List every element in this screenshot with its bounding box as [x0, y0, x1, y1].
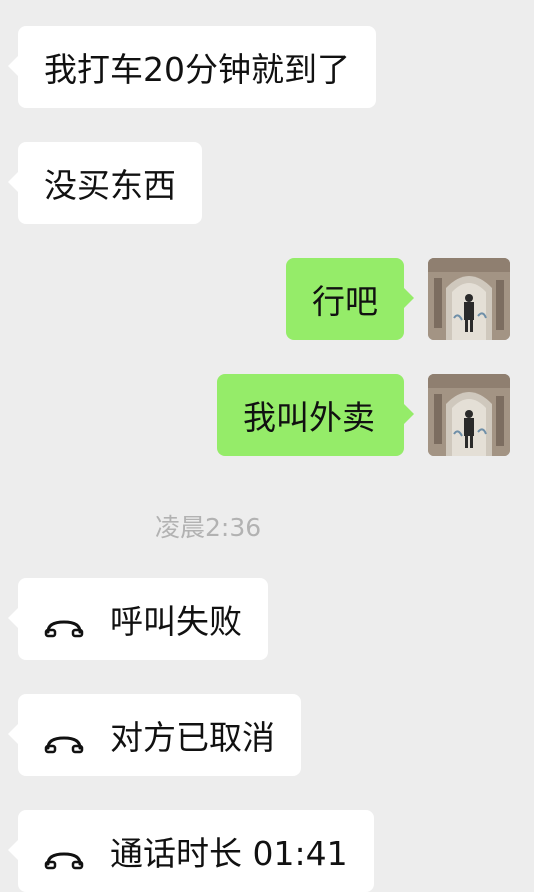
call-record-bubble[interactable]: 呼叫失败 — [8, 578, 268, 660]
call-status-text: 通话时长 01:41 — [110, 834, 348, 873]
call-status-text: 呼叫失败 — [110, 602, 242, 641]
avatar-image — [428, 374, 510, 456]
call-record-bubble[interactable]: 对方已取消 — [8, 694, 301, 776]
call-status-text: 对方已取消 — [110, 718, 275, 757]
message-timestamp: 凌晨2:36 — [155, 513, 262, 542]
call-record-bubble[interactable]: 通话时长 01:41 — [8, 810, 374, 892]
phone-hangup-icon — [44, 724, 84, 754]
message-text: 我打车20分钟就到了 — [44, 50, 350, 89]
avatar-image — [428, 258, 510, 340]
message-bubble-outgoing[interactable]: 我叫外卖 — [217, 374, 414, 456]
message-text: 我叫外卖 — [243, 398, 375, 437]
avatar[interactable] — [428, 258, 510, 340]
message-text: 行吧 — [312, 282, 378, 321]
message-bubble-incoming[interactable]: 我打车20分钟就到了 — [8, 26, 376, 108]
phone-hangup-icon — [44, 840, 84, 870]
avatar[interactable] — [428, 374, 510, 456]
message-bubble-outgoing[interactable]: 行吧 — [286, 258, 414, 340]
phone-hangup-icon — [44, 608, 84, 638]
message-bubble-incoming[interactable]: 没买东西 — [8, 142, 202, 224]
message-text: 没买东西 — [44, 166, 176, 205]
